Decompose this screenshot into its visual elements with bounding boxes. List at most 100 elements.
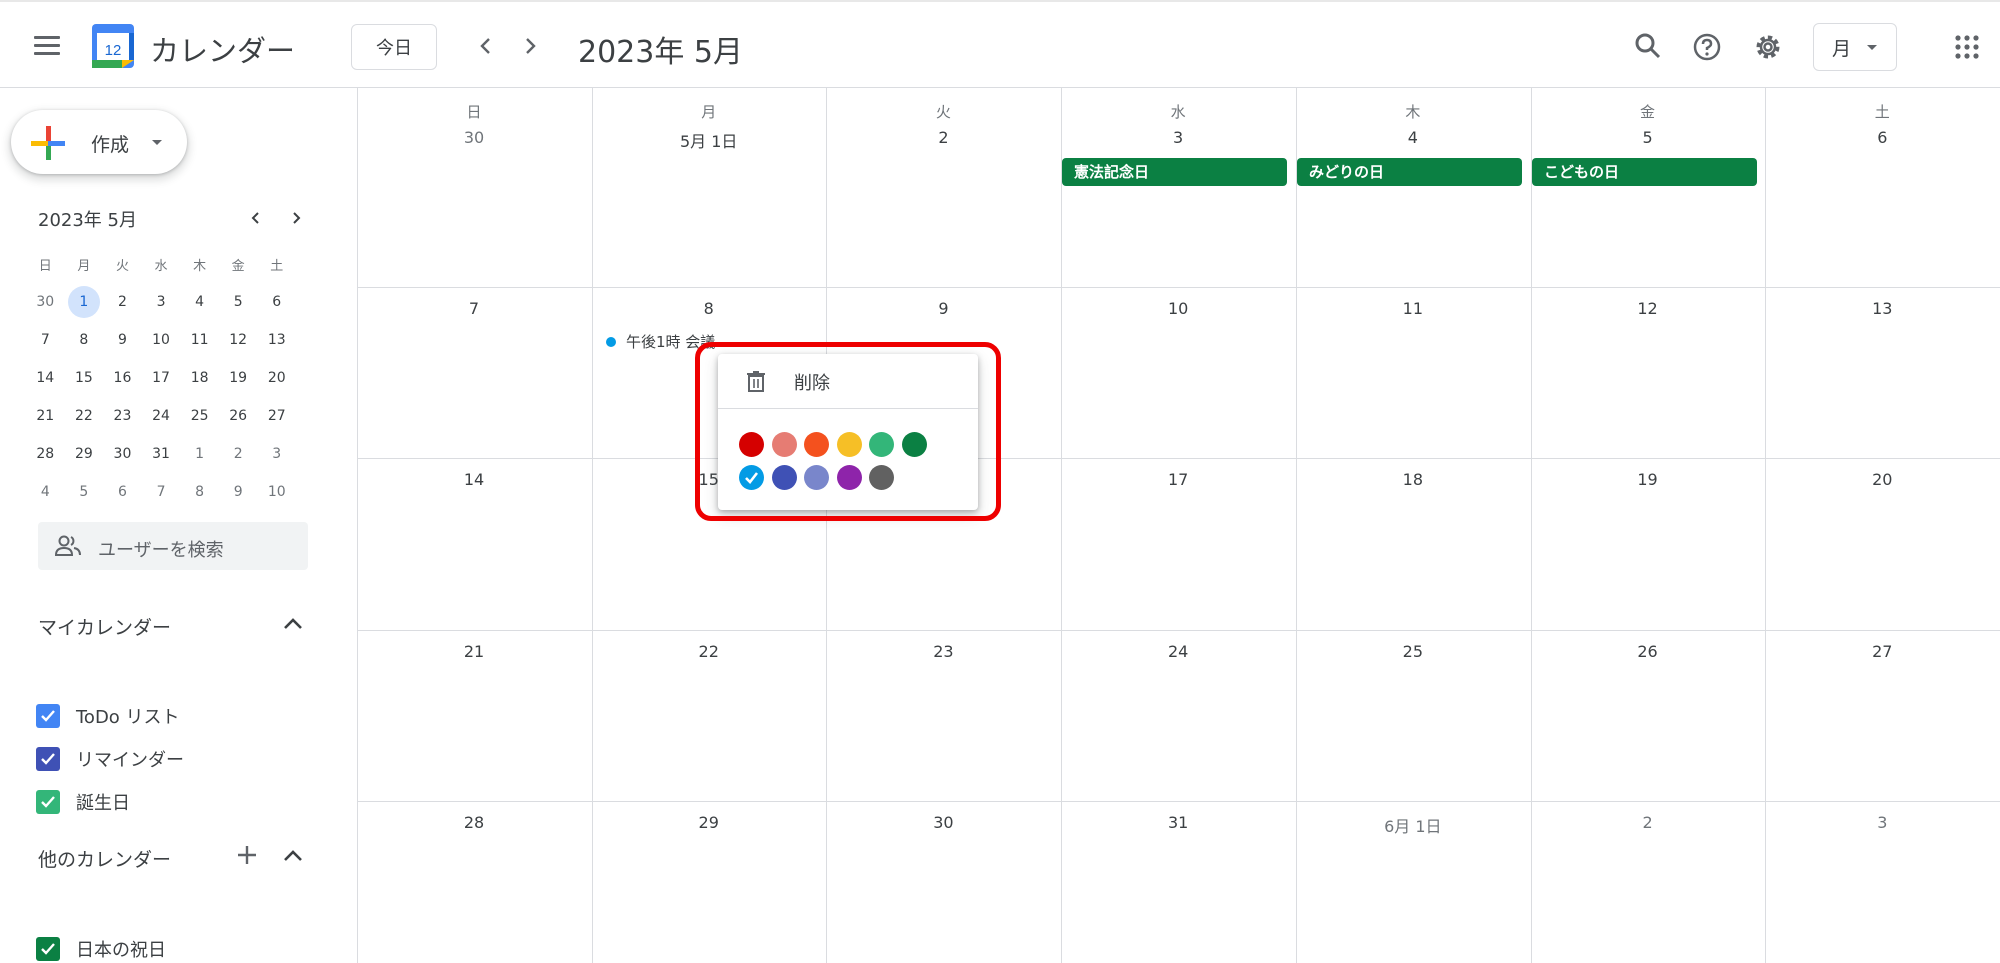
mini-calendar-day[interactable]: 20 — [257, 370, 296, 386]
mini-calendar-day[interactable]: 5 — [65, 484, 104, 500]
grid-day-number[interactable]: 7 — [357, 299, 591, 318]
grid-day-number[interactable]: 13 — [1765, 299, 1999, 318]
grid-day-number[interactable]: 3 — [1061, 128, 1295, 147]
color-swatch[interactable] — [739, 465, 764, 490]
plus-icon[interactable] — [236, 844, 258, 866]
help-icon[interactable] — [1692, 32, 1722, 62]
mini-calendar-day[interactable]: 1 — [180, 446, 219, 462]
chevron-left-icon[interactable] — [474, 34, 498, 58]
grid-day-number[interactable]: 5 — [1531, 128, 1765, 147]
mini-calendar-day[interactable]: 9 — [219, 484, 258, 500]
calendar-item-japan-holidays[interactable]: 日本の祝日 — [36, 935, 166, 963]
grid-day-number[interactable]: 12 — [1531, 299, 1765, 318]
mini-calendar-day[interactable]: 15 — [65, 370, 104, 386]
mini-calendar-day[interactable]: 21 — [26, 408, 65, 424]
mini-calendar-day[interactable]: 16 — [103, 370, 142, 386]
grid-day-number[interactable]: 6月 1日 — [1296, 813, 1530, 837]
mini-calendar-day[interactable]: 22 — [65, 408, 104, 424]
checkbox[interactable] — [36, 704, 60, 728]
mini-calendar-day[interactable]: 6 — [103, 484, 142, 500]
grid-day-number[interactable]: 29 — [592, 813, 826, 832]
mini-calendar-day[interactable]: 30 — [26, 294, 65, 310]
checkbox[interactable] — [36, 937, 60, 961]
chevron-right-icon[interactable] — [288, 210, 304, 226]
grid-day-number[interactable]: 18 — [1296, 470, 1530, 489]
mini-calendar-day[interactable]: 11 — [180, 332, 219, 348]
mini-calendar-day[interactable]: 3 — [142, 294, 181, 310]
grid-day-number[interactable]: 24 — [1061, 642, 1295, 661]
chevron-right-icon[interactable] — [518, 34, 542, 58]
mini-calendar-day[interactable]: 3 — [257, 446, 296, 462]
mini-calendar-day[interactable]: 9 — [103, 332, 142, 348]
grid-day-number[interactable]: 8 — [592, 299, 826, 318]
today-button[interactable]: 今日 — [351, 24, 437, 70]
apps-icon[interactable] — [1955, 35, 1979, 59]
grid-day-number[interactable]: 17 — [1061, 470, 1295, 489]
mini-calendar-day[interactable]: 24 — [142, 408, 181, 424]
grid-day-number[interactable]: 11 — [1296, 299, 1530, 318]
mini-calendar-day[interactable]: 29 — [65, 446, 104, 462]
grid-day-number[interactable]: 6 — [1765, 128, 1999, 147]
checkbox[interactable] — [36, 790, 60, 814]
grid-day-number[interactable]: 3 — [1765, 813, 1999, 832]
color-swatch[interactable] — [836, 465, 862, 490]
grid-day-number[interactable]: 22 — [592, 642, 826, 661]
grid-day-number[interactable]: 25 — [1296, 642, 1530, 661]
calendar-item-reminders[interactable]: リマインダー — [36, 745, 184, 773]
mini-calendar-day[interactable]: 6 — [257, 294, 296, 310]
grid-day-number[interactable]: 9 — [826, 299, 1060, 318]
grid-day-number[interactable]: 31 — [1061, 813, 1295, 832]
color-swatch[interactable] — [771, 465, 797, 490]
mini-calendar-day[interactable]: 23 — [103, 408, 142, 424]
mini-calendar-day[interactable]: 31 — [142, 446, 181, 462]
mini-calendar-day[interactable]: 27 — [257, 408, 296, 424]
holiday-event-chip[interactable]: 憲法記念日 — [1062, 158, 1287, 186]
people-search-input[interactable]: ユーザーを検索 — [38, 522, 308, 570]
color-swatch[interactable] — [869, 432, 894, 457]
grid-day-number[interactable]: 30 — [826, 813, 1060, 832]
mini-calendar-day[interactable]: 19 — [219, 370, 258, 386]
grid-day-number[interactable]: 5月 1日 — [592, 128, 826, 152]
color-swatch[interactable] — [739, 432, 764, 457]
menu-icon[interactable] — [34, 36, 60, 56]
chevron-up-icon[interactable] — [282, 848, 304, 864]
grid-day-number[interactable]: 19 — [1531, 470, 1765, 489]
chevron-up-icon[interactable] — [282, 616, 304, 632]
calendar-item-birthdays[interactable]: 誕生日 — [36, 788, 130, 816]
mini-calendar-day[interactable]: 26 — [219, 408, 258, 424]
mini-calendar-day[interactable]: 14 — [26, 370, 65, 386]
holiday-event-chip[interactable]: こどもの日 — [1532, 158, 1757, 186]
other-calendars-title[interactable]: 他のカレンダー — [38, 845, 171, 872]
color-swatch[interactable] — [869, 465, 894, 490]
mini-calendar-day[interactable]: 7 — [142, 484, 181, 500]
color-swatch[interactable] — [804, 432, 829, 457]
color-swatch[interactable] — [901, 432, 927, 457]
mini-calendar-day[interactable]: 8 — [65, 332, 104, 348]
grid-day-number[interactable]: 14 — [357, 470, 591, 489]
mini-calendar-day[interactable]: 2 — [219, 446, 258, 462]
mini-calendar-day[interactable]: 18 — [180, 370, 219, 386]
mini-calendar-day[interactable]: 17 — [142, 370, 181, 386]
mini-calendar-day[interactable]: 2 — [103, 294, 142, 310]
color-swatch[interactable] — [836, 432, 862, 457]
mini-calendar-day[interactable]: 5 — [219, 294, 258, 310]
mini-calendar-day[interactable]: 30 — [103, 446, 142, 462]
grid-day-number[interactable]: 10 — [1061, 299, 1295, 318]
create-button[interactable]: 作成 — [11, 110, 187, 174]
grid-day-number[interactable]: 28 — [357, 813, 591, 832]
grid-day-number[interactable]: 2 — [1531, 813, 1765, 832]
color-swatch[interactable] — [771, 432, 797, 457]
mini-calendar-day[interactable]: 4 — [180, 294, 219, 310]
my-calendars-title[interactable]: マイカレンダー — [38, 613, 171, 640]
mini-calendar-day[interactable]: 4 — [26, 484, 65, 500]
mini-calendar-day[interactable]: 1 — [65, 286, 104, 318]
grid-day-number[interactable]: 2 — [826, 128, 1060, 147]
mini-calendar-day[interactable]: 8 — [180, 484, 219, 500]
mini-calendar-day[interactable]: 12 — [219, 332, 258, 348]
holiday-event-chip[interactable]: みどりの日 — [1297, 158, 1522, 186]
mini-calendar-day[interactable]: 10 — [257, 484, 296, 500]
search-icon[interactable] — [1634, 32, 1662, 60]
grid-day-number[interactable]: 27 — [1765, 642, 1999, 661]
mini-calendar-day[interactable]: 10 — [142, 332, 181, 348]
mini-calendar-day[interactable]: 7 — [26, 332, 65, 348]
